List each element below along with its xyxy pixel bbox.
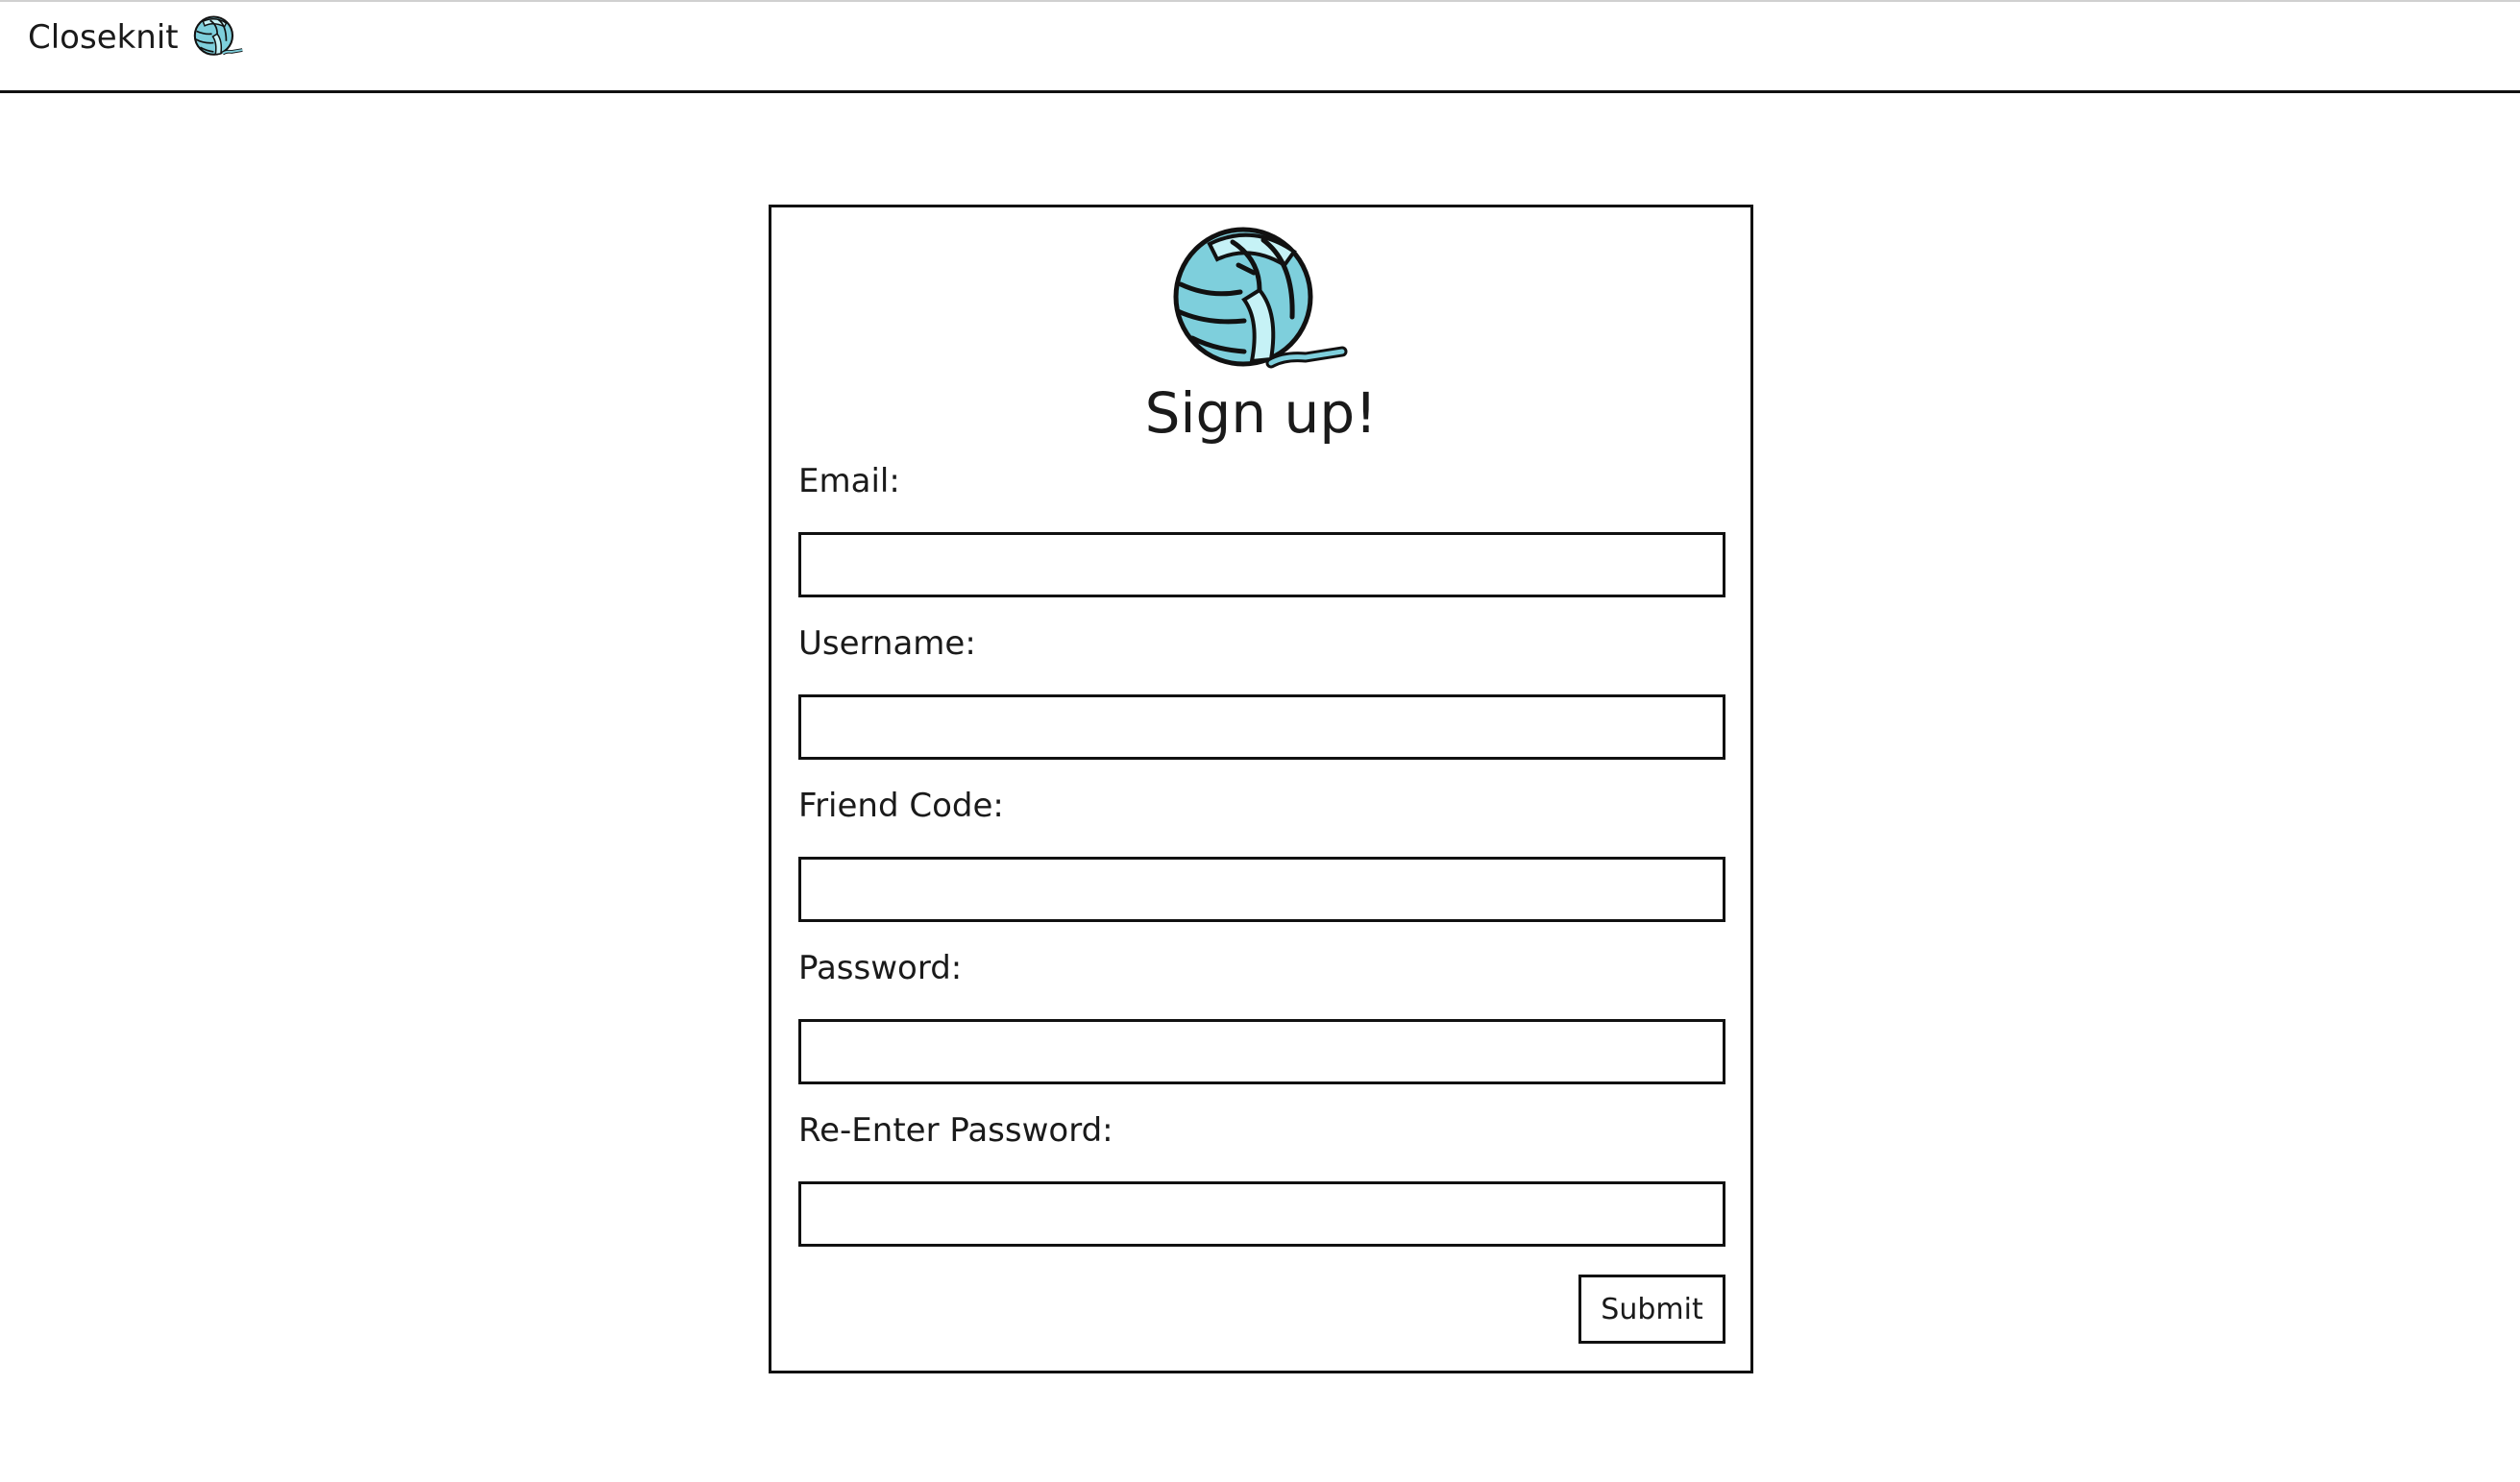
password-field[interactable]	[798, 1019, 1725, 1084]
page-title: Sign up!	[1144, 380, 1378, 446]
password-label: Password:	[798, 949, 963, 987]
reenter-password-label: Re-Enter Password:	[798, 1111, 1113, 1150]
brand-name: Closeknit	[28, 18, 179, 57]
yarn-ball-icon	[193, 15, 243, 56]
reenter-password-field[interactable]	[798, 1181, 1725, 1247]
yarn-ball-icon	[1173, 227, 1348, 369]
username-label: Username:	[798, 624, 976, 663]
brand-home-link[interactable]: Closeknit	[28, 13, 246, 61]
signup-card: Sign up! Email: Username: Friend Code: P…	[769, 205, 1753, 1373]
email-field[interactable]	[798, 532, 1725, 597]
navbar: Closeknit	[0, 2, 2520, 93]
submit-button[interactable]: Submit	[1578, 1275, 1725, 1344]
friend-code-label: Friend Code:	[798, 787, 1004, 825]
username-field[interactable]	[798, 694, 1725, 760]
friend-code-field[interactable]	[798, 857, 1725, 922]
email-label: Email:	[798, 462, 900, 500]
